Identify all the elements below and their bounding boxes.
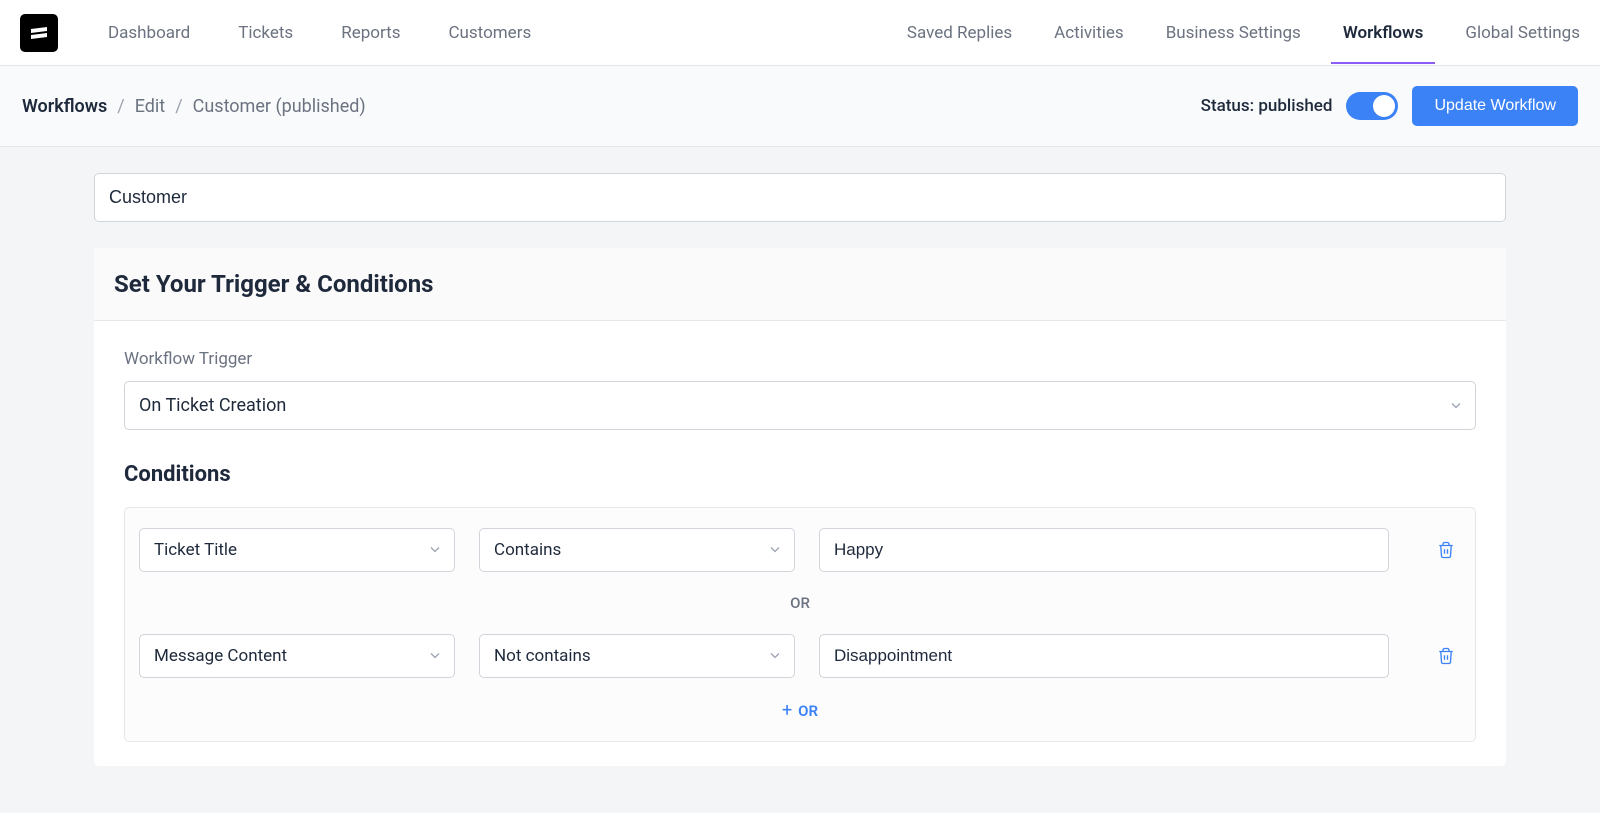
status-label: Status: published: [1201, 96, 1333, 116]
subheader: Workflows / Edit / Customer (published) …: [0, 66, 1600, 147]
logo-icon: [27, 21, 51, 45]
panel-header: Set Your Trigger & Conditions: [94, 248, 1506, 321]
condition-operator-select[interactable]: Contains: [479, 528, 795, 572]
main-header: Dashboard Tickets Reports Customers Save…: [0, 0, 1600, 66]
add-or-button[interactable]: + OR: [139, 678, 1461, 721]
content-area: Set Your Trigger & Conditions Workflow T…: [0, 147, 1600, 766]
or-divider: OR: [139, 572, 1461, 634]
trigger-panel: Set Your Trigger & Conditions Workflow T…: [94, 248, 1506, 766]
trigger-select[interactable]: On Ticket Creation: [124, 381, 1476, 430]
conditions-container: Ticket Title Contains: [124, 507, 1476, 742]
condition-operator-select[interactable]: Not contains: [479, 634, 795, 678]
panel-body: Workflow Trigger On Ticket Creation Cond…: [94, 321, 1506, 766]
condition-row: Message Content Not contains: [139, 634, 1461, 678]
condition-field-select[interactable]: Ticket Title: [139, 528, 455, 572]
nav-business-settings[interactable]: Business Settings: [1166, 3, 1301, 63]
subheader-actions: Status: published Update Workflow: [1201, 86, 1578, 126]
nav-global-settings[interactable]: Global Settings: [1465, 3, 1580, 63]
add-or-label: OR: [798, 702, 818, 720]
nav-workflows[interactable]: Workflows: [1343, 3, 1424, 63]
nav-dashboard[interactable]: Dashboard: [108, 3, 190, 63]
breadcrumb: Workflows / Edit / Customer (published): [22, 96, 366, 117]
breadcrumb-separator: /: [117, 96, 124, 117]
breadcrumb-current: Customer (published): [193, 96, 366, 117]
nav-activities[interactable]: Activities: [1054, 3, 1124, 63]
breadcrumb-separator: /: [175, 96, 182, 117]
workflow-name-input[interactable]: [94, 173, 1506, 222]
trash-icon: [1437, 647, 1455, 665]
nav-customers[interactable]: Customers: [448, 3, 531, 63]
condition-row: Ticket Title Contains: [139, 528, 1461, 572]
conditions-title: Conditions: [124, 462, 1476, 487]
nav-saved-replies[interactable]: Saved Replies: [907, 3, 1012, 63]
status-toggle[interactable]: [1346, 92, 1398, 120]
breadcrumb-workflows[interactable]: Workflows: [22, 96, 107, 117]
nav-left: Dashboard Tickets Reports Customers: [108, 3, 907, 63]
app-logo[interactable]: [20, 14, 58, 52]
breadcrumb-edit: Edit: [135, 96, 165, 117]
update-workflow-button[interactable]: Update Workflow: [1412, 86, 1578, 126]
nav-reports[interactable]: Reports: [341, 3, 400, 63]
trigger-label: Workflow Trigger: [124, 349, 1476, 369]
panel-title: Set Your Trigger & Conditions: [114, 270, 1486, 298]
trash-icon: [1437, 541, 1455, 559]
delete-condition-button[interactable]: [1431, 641, 1461, 671]
nav-right: Saved Replies Activities Business Settin…: [907, 3, 1580, 63]
nav-tickets[interactable]: Tickets: [238, 3, 293, 63]
condition-value-input[interactable]: [819, 634, 1389, 678]
condition-field-select[interactable]: Message Content: [139, 634, 455, 678]
delete-condition-button[interactable]: [1431, 535, 1461, 565]
trigger-select-wrapper: On Ticket Creation: [124, 381, 1476, 430]
condition-value-input[interactable]: [819, 528, 1389, 572]
plus-icon: +: [782, 700, 792, 721]
